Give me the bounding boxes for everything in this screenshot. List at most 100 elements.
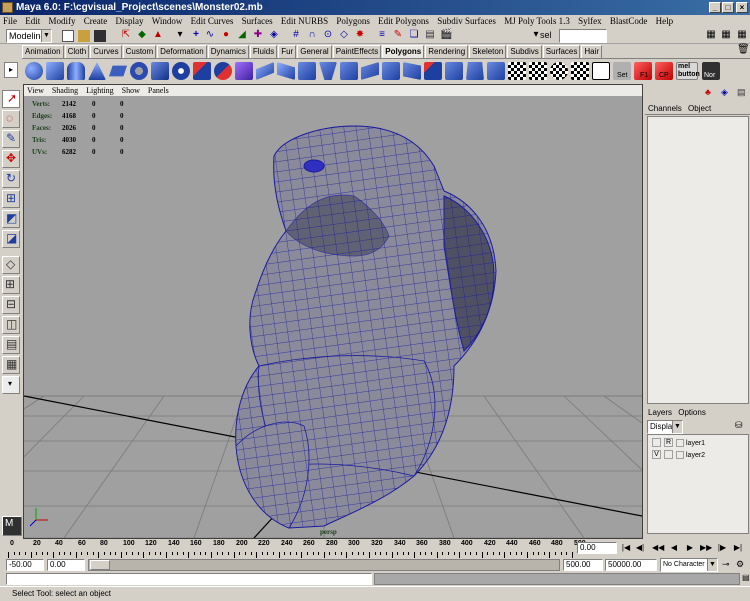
current-time-field[interactable]: 0.00 bbox=[577, 542, 617, 554]
layer-editor-icon[interactable]: ◈ bbox=[721, 87, 733, 99]
menu-edit[interactable]: Edit bbox=[25, 16, 40, 26]
step-back-icon[interactable]: ◀| bbox=[634, 542, 646, 554]
boolean-union-icon[interactable] bbox=[193, 62, 211, 80]
scale-tool-icon[interactable]: ⊞ bbox=[2, 190, 20, 208]
wedge-icon[interactable] bbox=[319, 62, 337, 80]
curve-icon[interactable]: ∿ bbox=[204, 29, 216, 41]
step-back-key-icon[interactable]: ◀◀ bbox=[652, 542, 664, 554]
separate-icon[interactable] bbox=[172, 62, 190, 80]
paint-select-icon[interactable]: ✎ bbox=[2, 130, 20, 148]
minimize-button[interactable]: _ bbox=[709, 2, 721, 13]
menu-modify[interactable]: Modify bbox=[49, 16, 76, 26]
soft-mod-icon[interactable]: ◪ bbox=[2, 230, 20, 248]
menu-help[interactable]: Help bbox=[656, 16, 674, 26]
range-slider-handle[interactable] bbox=[90, 560, 110, 570]
add-icon[interactable]: + bbox=[190, 29, 202, 41]
pivot-icon[interactable]: ✚ bbox=[252, 29, 264, 41]
channel-box-tab-object[interactable]: Object bbox=[688, 104, 711, 113]
layer-display-type-toggle[interactable] bbox=[664, 450, 673, 459]
clapper-icon[interactable]: 🎬 bbox=[440, 29, 452, 41]
layer-row[interactable]: R layer1 bbox=[650, 438, 746, 449]
misc-icon[interactable]: ◈ bbox=[268, 29, 280, 41]
hypershade-layout-icon[interactable]: ▦ bbox=[2, 356, 20, 374]
menu-window[interactable]: Window bbox=[152, 16, 183, 26]
shelf-menu-icon[interactable]: ▸ bbox=[4, 62, 18, 78]
f1-button[interactable]: F1 bbox=[634, 62, 652, 80]
panel-toggle-icon[interactable]: ▤ bbox=[737, 87, 749, 99]
menu-display[interactable]: Display bbox=[116, 16, 144, 26]
new-layer-icon[interactable]: ⛁ bbox=[735, 420, 743, 431]
nor-button[interactable]: Nor bbox=[702, 62, 720, 80]
boolean-difference-icon[interactable] bbox=[214, 62, 232, 80]
shelf-tab-animation[interactable]: Animation bbox=[22, 45, 64, 58]
character-set-dropdown[interactable]: No Character Set ▼ bbox=[660, 558, 718, 580]
new-scene-icon[interactable] bbox=[62, 30, 74, 42]
time-slider-track[interactable]: 0 20 40 60 80 100 120 140 160 180 200 220 240 260 280 3… bbox=[6, 540, 586, 558]
key-icon[interactable]: ⊸ bbox=[722, 559, 730, 570]
menu-create[interactable]: Create bbox=[84, 16, 107, 26]
spherical-mapping-icon[interactable] bbox=[550, 62, 568, 80]
shelf-tab-dynamics[interactable]: Dynamics bbox=[207, 45, 249, 58]
shelf-tab-skeleton[interactable]: Skeleton bbox=[469, 45, 507, 58]
animation-start-field[interactable]: -50.00 bbox=[6, 559, 44, 571]
layer-visibility-toggle[interactable]: V bbox=[652, 450, 661, 459]
playback-end-field[interactable]: 500.00 bbox=[563, 559, 603, 571]
fill-hole-icon[interactable] bbox=[487, 62, 505, 80]
merge-edge-icon[interactable] bbox=[424, 62, 442, 80]
render-globals-icon[interactable]: ▤ bbox=[424, 29, 436, 41]
render-icon[interactable]: ✎ bbox=[392, 29, 404, 41]
close-button[interactable]: × bbox=[736, 2, 748, 13]
mode-dropdown[interactable]: Modeling ▼ bbox=[6, 29, 52, 43]
layer-color-swatch[interactable] bbox=[676, 439, 684, 447]
select-tool-icon[interactable]: ➚ bbox=[2, 90, 20, 108]
uv-checker-icon[interactable] bbox=[508, 62, 526, 80]
snap-curve-icon[interactable]: ∩ bbox=[306, 29, 318, 41]
step-forward-icon[interactable]: |▶ bbox=[716, 542, 728, 554]
animation-prefs-icon[interactable]: ⚙ bbox=[736, 559, 744, 570]
select-by-object-icon[interactable]: ◆ bbox=[136, 29, 148, 41]
mel-command-input[interactable] bbox=[6, 573, 372, 585]
select-by-component-icon[interactable]: ▲ bbox=[152, 29, 164, 41]
viewport-canvas[interactable]: Verts: 2142 0 0 Edges: 4168 0 0 Faces: 2… bbox=[24, 96, 642, 538]
poly-sphere-icon[interactable] bbox=[25, 62, 43, 80]
persp-graph-layout-icon[interactable]: ▤ bbox=[2, 336, 20, 354]
script-editor-icon[interactable]: ▤ bbox=[742, 573, 750, 582]
go-to-start-icon[interactable]: |◀ bbox=[620, 542, 632, 554]
maximize-button[interactable]: □ bbox=[722, 2, 734, 13]
layout-menu-icon[interactable]: ▾ bbox=[2, 376, 20, 394]
channel-box-tab-channels[interactable]: Channels bbox=[648, 104, 682, 113]
trash-icon[interactable]: 🗑 bbox=[737, 44, 750, 55]
poly-cone-icon[interactable] bbox=[88, 62, 106, 80]
merge-vertices-icon[interactable] bbox=[403, 62, 421, 80]
cylindrical-mapping-icon[interactable] bbox=[571, 62, 589, 80]
shelf-tab-general[interactable]: General bbox=[297, 45, 332, 58]
attribute-editor-icon[interactable]: ▦ bbox=[720, 29, 732, 41]
move-tool-icon[interactable]: ✥ bbox=[2, 150, 20, 168]
selection-input[interactable] bbox=[559, 29, 607, 43]
combine-icon[interactable] bbox=[151, 62, 169, 80]
shelf-tab-deformation[interactable]: Deformation bbox=[157, 45, 207, 58]
shelf-tab-rendering[interactable]: Rendering bbox=[425, 45, 469, 58]
viewport-menu-panels[interactable]: Panels bbox=[148, 86, 169, 95]
shelf-tab-hair[interactable]: Hair bbox=[581, 45, 603, 58]
viewport-menu-show[interactable]: Show bbox=[122, 86, 140, 95]
ipr-render-icon[interactable]: ❏ bbox=[408, 29, 420, 41]
set-button[interactable]: Set bbox=[613, 62, 631, 80]
step-forward-key-icon[interactable]: ▶▶ bbox=[700, 542, 712, 554]
extrude-face-icon[interactable] bbox=[256, 62, 274, 80]
shelf-tab-custom[interactable]: Custom bbox=[122, 45, 157, 58]
menu-edit-nurbs[interactable]: Edit NURBS bbox=[281, 16, 328, 26]
layer-display-dropdown[interactable]: Display ▼ bbox=[647, 420, 683, 434]
shelf-tab-surfaces[interactable]: Surfaces bbox=[542, 45, 581, 58]
viewport-menu-lighting[interactable]: Lighting bbox=[86, 86, 114, 95]
shelf-tab-fur[interactable]: Fur bbox=[278, 45, 297, 58]
mask-icon[interactable]: ▾ bbox=[174, 29, 186, 41]
joint-icon[interactable]: ● bbox=[220, 29, 232, 41]
two-view-layout-icon[interactable]: ⊟ bbox=[2, 296, 20, 314]
manipulator-icon[interactable]: ◩ bbox=[2, 210, 20, 228]
select-by-hierarchy-icon[interactable]: ⇱ bbox=[120, 29, 132, 41]
viewport-menu-view[interactable]: View bbox=[27, 86, 44, 95]
construction-history-icon[interactable]: ≡ bbox=[376, 29, 388, 41]
layer-color-swatch[interactable] bbox=[676, 451, 684, 459]
menu-mj-poly-tools[interactable]: MJ Poly Tools 1.3 bbox=[504, 16, 570, 26]
